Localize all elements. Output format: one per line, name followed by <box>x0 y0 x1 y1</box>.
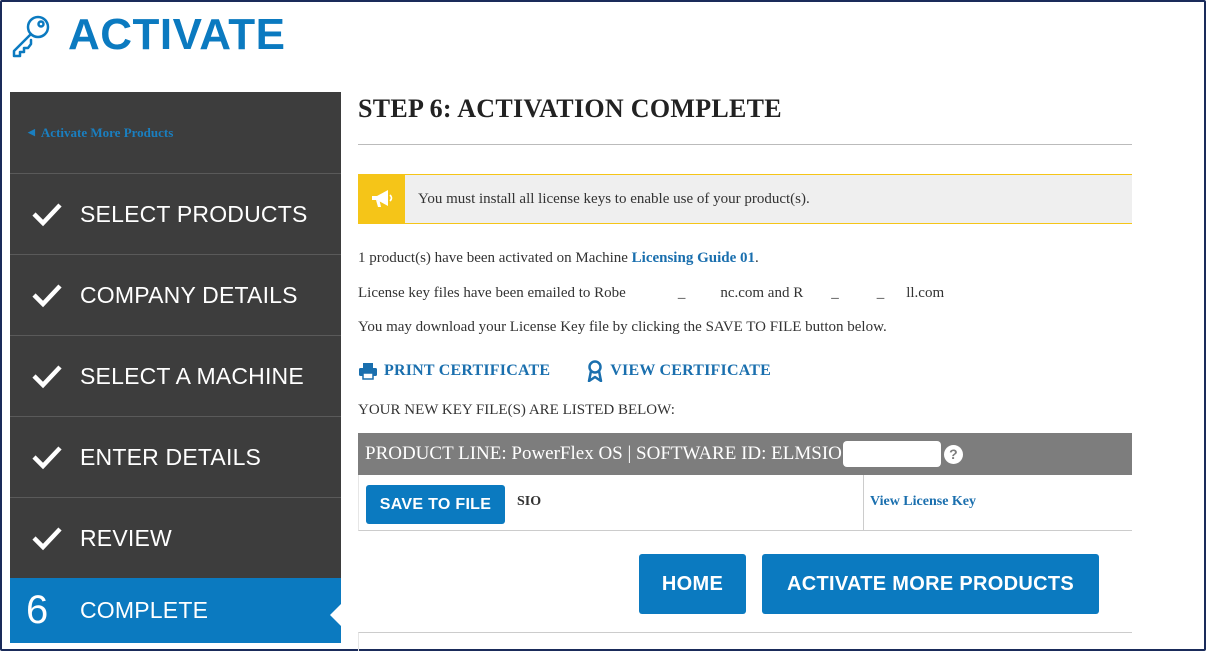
sidebar-step-company-details: COMPANY DETAILS <box>10 255 341 336</box>
step-label: COMPLETE <box>80 597 209 623</box>
sidebar-step-enter-details: ENTER DETAILS <box>10 417 341 498</box>
checkmark-icon <box>10 201 80 227</box>
divider <box>358 144 1132 145</box>
sidebar-step-complete: 6 COMPLETE <box>10 578 341 643</box>
step-label: ENTER DETAILS <box>80 443 262 470</box>
column-divider <box>863 475 864 531</box>
activate-more-products-link[interactable]: ◀ Activate More Products <box>10 92 341 174</box>
active-step-indicator <box>330 604 341 626</box>
print-certificate-label: PRINT CERTIFICATE <box>384 362 551 379</box>
notice-banner: You must install all license keys to ena… <box>358 174 1132 224</box>
notice-text: You must install all license keys to ena… <box>418 190 810 207</box>
product-line-header: PRODUCT LINE: PowerFlex OS | SOFTWARE ID… <box>358 433 1132 475</box>
printer-icon <box>359 363 377 380</box>
page-title: ACTIVATE <box>68 10 286 59</box>
checkmark-icon <box>10 363 80 389</box>
download-instructions: You may download your License Key file b… <box>358 319 887 335</box>
step-label: SELECT PRODUCTS <box>80 200 308 227</box>
home-button[interactable]: HOME <box>639 554 746 614</box>
view-license-key-link[interactable]: View License Key <box>870 494 976 510</box>
step-number: 6 <box>26 588 49 632</box>
certificate-actions: PRINT CERTIFICATE VIEW CERTIFICATE <box>358 360 807 382</box>
megaphone-icon <box>358 175 405 223</box>
help-icon[interactable]: ? <box>943 444 963 464</box>
activation-summary: 1 product(s) have been activated on Mach… <box>358 250 759 267</box>
checkmark-icon <box>10 444 80 470</box>
step-label: REVIEW <box>80 524 172 551</box>
email-summary-mid2: ll.com <box>906 285 945 301</box>
email-summary-mid1: nc.com and R <box>720 285 804 301</box>
step-title: STEP 6: ACTIVATION COMPLETE <box>358 94 782 123</box>
step-label: SELECT A MACHINE <box>80 362 304 389</box>
email-summary-prefix: License key files have been emailed to R… <box>358 285 626 301</box>
activation-summary-suffix: . <box>755 250 759 266</box>
activate-more-products-button[interactable]: ACTIVATE MORE PRODUCTS <box>762 554 1099 614</box>
key-files-heading: YOUR NEW KEY FILE(S) ARE LISTED BELOW: <box>358 402 675 418</box>
view-certificate-link[interactable]: VIEW CERTIFICATE <box>586 360 771 382</box>
sidebar-steps: ◀ Activate More Products SELECT PRODUCTS… <box>10 92 341 643</box>
key-file-row: SAVE TO FILE SIO View License Key <box>358 475 1132 531</box>
sidebar-step-select-products: SELECT PRODUCTS <box>10 174 341 255</box>
print-certificate-link[interactable]: PRINT CERTIFICATE <box>358 362 550 380</box>
key-icon <box>12 15 50 58</box>
key-file-name: SIO <box>517 494 542 509</box>
save-to-file-button[interactable]: SAVE TO FILE <box>366 485 505 524</box>
product-line-text: PRODUCT LINE: PowerFlex OS | SOFTWARE ID… <box>365 443 842 464</box>
checkmark-icon <box>10 282 80 308</box>
back-link-label: Activate More Products <box>40 124 174 140</box>
machine-name-link[interactable]: Licensing Guide 01 <box>632 250 755 266</box>
content-box-bottom <box>358 632 1132 651</box>
checkmark-icon <box>10 525 80 551</box>
activation-summary-prefix: 1 product(s) have been activated on Mach… <box>358 250 632 266</box>
step-label: COMPANY DETAILS <box>80 281 298 308</box>
redacted-software-id <box>842 441 941 467</box>
ribbon-icon <box>588 360 603 382</box>
sidebar-step-select-machine: SELECT A MACHINE <box>10 336 341 417</box>
view-certificate-label: VIEW CERTIFICATE <box>610 362 772 379</box>
sidebar-step-review: REVIEW <box>10 498 341 579</box>
chevron-left-icon: ◀ <box>28 127 35 137</box>
email-summary: License key files have been emailed to R… <box>358 285 945 301</box>
